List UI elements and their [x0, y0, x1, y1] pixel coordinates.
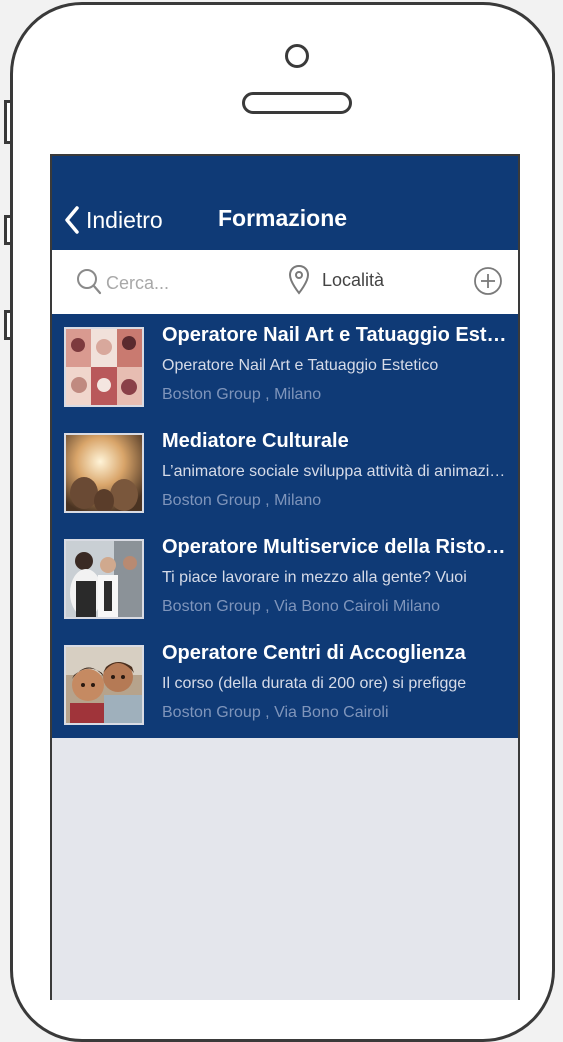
list-item[interactable]: Mediatore Culturale L’animatore sociale …: [52, 420, 518, 526]
navigation-bar: Indietro Formazione: [52, 156, 518, 250]
course-description: L’animatore sociale sviluppa attività di…: [162, 463, 510, 480]
course-title: Mediatore Culturale: [162, 430, 349, 452]
page-title: Formazione: [218, 205, 348, 231]
course-list: Operatore Nail Art e Tatuaggio Estetico …: [52, 314, 518, 738]
chevron-left-icon: [65, 206, 79, 234]
course-location: Boston Group , Milano: [162, 492, 322, 509]
location-filter-button[interactable]: Località: [322, 270, 384, 291]
app-screen: Indietro Formazione Località: [50, 154, 520, 1000]
course-description: Il corso (della durata di 200 ore) si pr…: [162, 675, 467, 692]
list-item[interactable]: Operatore Nail Art e Tatuaggio Estetico …: [52, 314, 518, 420]
list-item[interactable]: Operatore Centri di Accoglienza Il corso…: [52, 632, 518, 738]
course-description: Ti piace lavorare in mezzo alla gente? V…: [162, 569, 467, 586]
course-description: Operatore Nail Art e Tatuaggio Estetico: [162, 357, 439, 374]
course-location: Boston Group , Via Bono Cairoli Milano: [162, 598, 441, 615]
back-button[interactable]: Indietro: [64, 204, 163, 236]
back-label: Indietro: [86, 206, 163, 233]
add-circle-icon[interactable]: [472, 265, 504, 297]
list-item[interactable]: Operatore Multiservice della Ristorazion…: [52, 526, 518, 632]
course-thumbnail: [64, 539, 144, 619]
course-location: Boston Group , Milano: [162, 386, 322, 403]
search-input[interactable]: [104, 268, 258, 298]
search-icon: [77, 269, 102, 295]
speaker-grille: [242, 92, 352, 114]
location-pin-icon: [288, 264, 310, 295]
course-thumbnail: [64, 433, 144, 513]
course-title: Operatore Multiservice della Ristorazion…: [162, 536, 510, 558]
course-title: Operatore Centri di Accoglienza: [162, 642, 466, 664]
course-thumbnail: [64, 645, 144, 725]
search-bar: Località: [52, 250, 518, 314]
course-thumbnail: [64, 327, 144, 407]
camera-icon: [285, 44, 309, 68]
course-title: Operatore Nail Art e Tatuaggio Estetico: [162, 324, 510, 346]
course-location: Boston Group , Via Bono Cairoli: [162, 704, 389, 721]
